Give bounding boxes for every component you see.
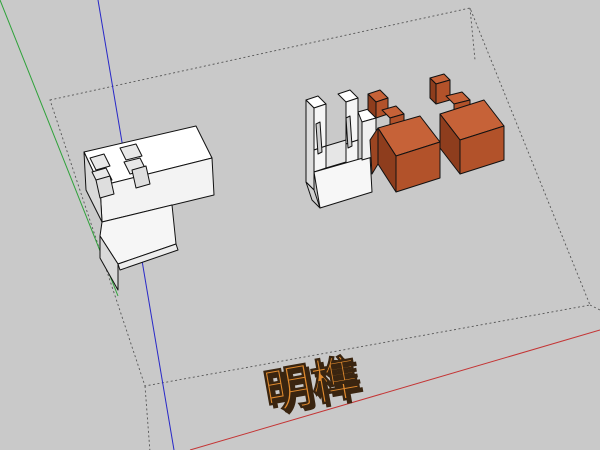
brown-tenon-piece-1[interactable] — [367, 89, 441, 193]
model-label: 明榫 明榫 — [259, 349, 367, 425]
white-tenon-piece[interactable] — [305, 89, 377, 209]
left-mortise-piece[interactable] — [83, 125, 215, 291]
3d-viewport[interactable]: 明榫 明榫 — [0, 0, 600, 450]
viewport-canvas[interactable]: 明榫 明榫 — [0, 0, 600, 450]
red-axis — [189, 329, 600, 450]
brown-tenon-piece-2[interactable] — [429, 73, 505, 175]
